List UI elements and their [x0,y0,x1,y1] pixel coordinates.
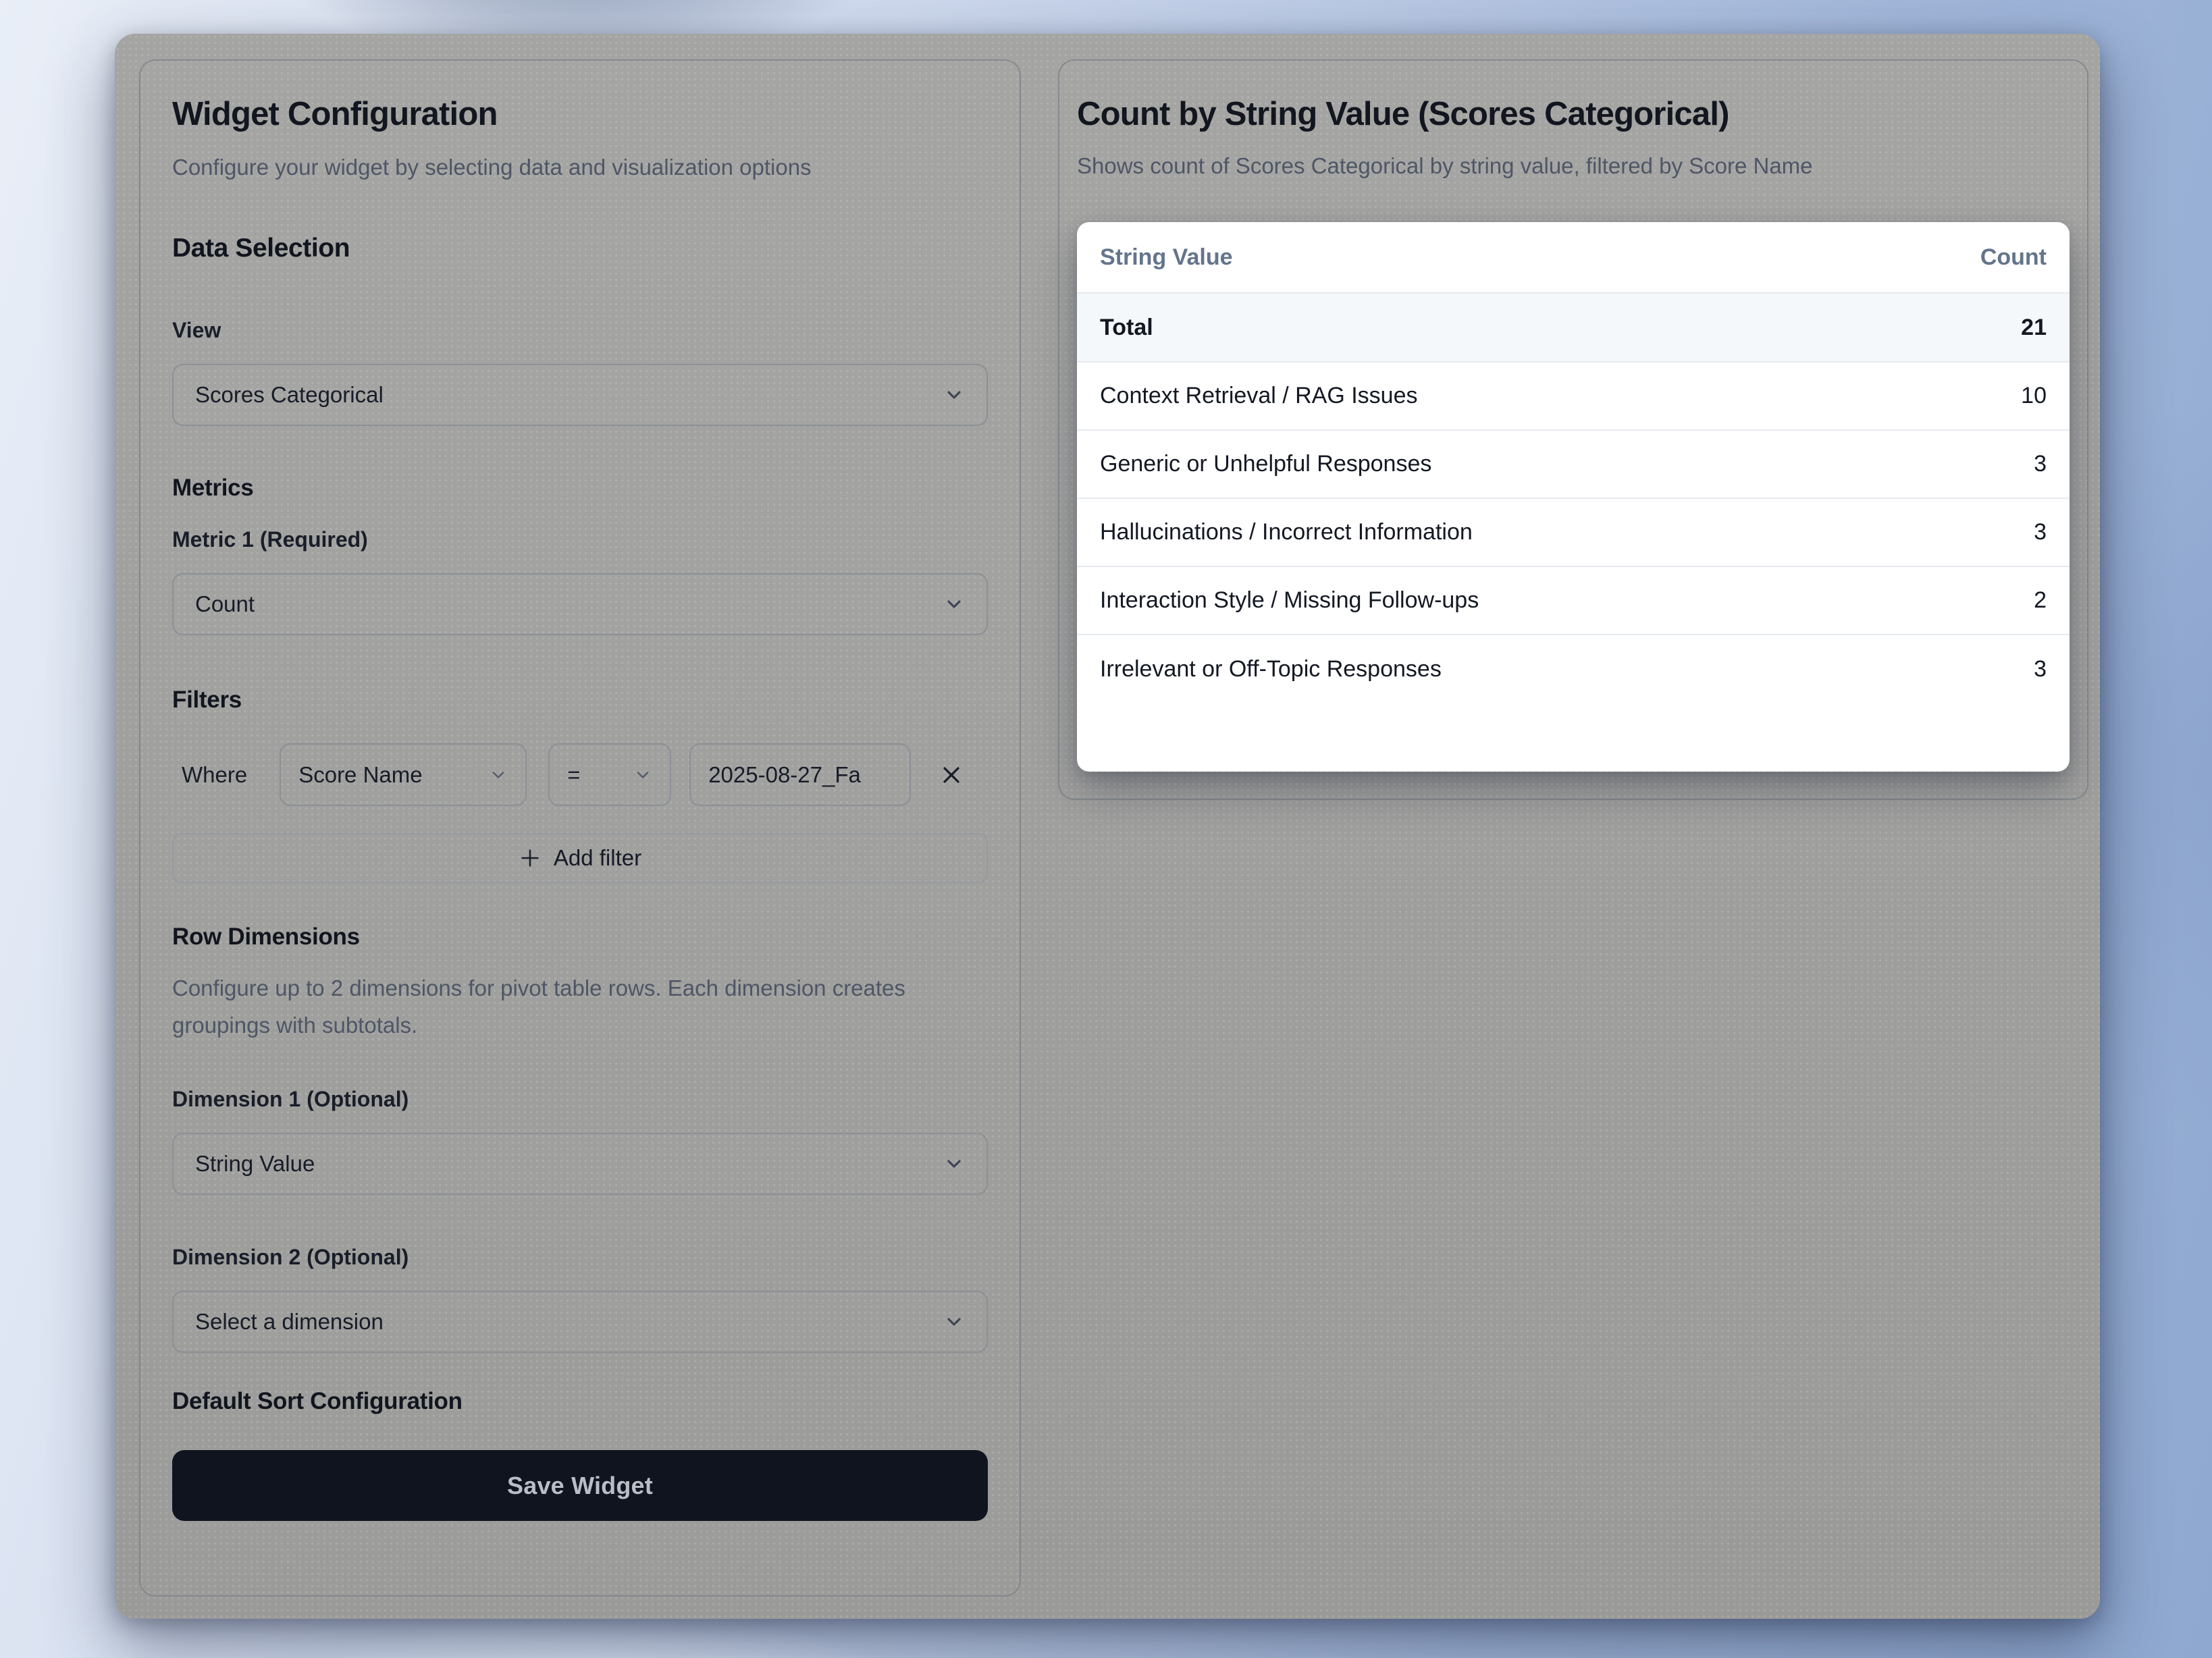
dimension1-select[interactable]: String Value [172,1133,988,1195]
dimension1-label: Dimension 1 (Optional) [172,1087,988,1111]
plus-icon [519,847,542,870]
table-row: Context Retrieval / RAG Issues 10 [1077,363,2070,431]
widget-configuration-panel: Widget Configuration Configure your widg… [139,59,1021,1597]
preview-title: Count by String Value (Scores Categorica… [1077,96,2070,132]
metrics-heading: Metrics [172,475,988,502]
desktop-background: { "config_panel": { "title": "Widget Con… [0,0,2212,1658]
widget-config-dialog: Widget Configuration Configure your widg… [115,34,2100,1619]
chevron-down-icon [943,1153,965,1175]
config-panel-title: Widget Configuration [172,96,988,132]
table-row: Irrelevant or Off-Topic Responses 3 [1077,635,2070,703]
table-row: Interaction Style / Missing Follow-ups 2 [1077,567,2070,635]
preview-table: String Value Count Total 21 Context Retr… [1077,222,2070,772]
view-select[interactable]: Scores Categorical [172,364,988,426]
total-label: Total [1100,315,1153,341]
config-panel-subtitle: Configure your widget by selecting data … [172,149,905,186]
row-dimensions-heading: Row Dimensions [172,924,988,951]
filter-operator-value: = [567,762,580,788]
row-string-value: Generic or Unhelpful Responses [1100,451,1431,477]
default-sort-heading: Default Sort Configuration [172,1388,988,1415]
table-header-row: String Value Count [1077,222,2070,294]
filters-heading: Filters [172,687,988,714]
filter-field-value: Score Name [298,762,422,788]
remove-filter-button[interactable] [934,757,969,793]
chevron-down-icon [943,384,965,406]
chevron-down-icon [943,593,965,615]
metric1-select-value: Count [195,591,255,617]
column-header-string-value: String Value [1100,244,1233,271]
row-string-value: Hallucinations / Incorrect Information [1100,519,1473,545]
row-string-value: Irrelevant or Off-Topic Responses [1100,656,1442,683]
widget-preview-panel: Count by String Value (Scores Categorica… [1058,59,2088,800]
row-string-value: Context Retrieval / RAG Issues [1100,383,1418,409]
data-selection-heading: Data Selection [172,233,988,264]
save-widget-button[interactable]: Save Widget [172,1450,988,1521]
total-count: 21 [2021,315,2047,341]
view-label: View [172,318,988,342]
row-count: 3 [2034,519,2047,545]
row-string-value: Interaction Style / Missing Follow-ups [1100,587,1479,614]
filter-where-label: Where [182,762,247,788]
add-filter-button[interactable]: Add filter [172,833,988,883]
preview-subtitle: Shows count of Scores Categorical by str… [1077,147,2070,184]
table-row: Hallucinations / Incorrect Information 3 [1077,499,2070,567]
chevron-down-icon [489,766,508,784]
row-count: 3 [2034,451,2047,477]
row-count: 3 [2034,656,2047,683]
column-header-count: Count [1980,244,2047,271]
table-row-total: Total 21 [1077,294,2070,363]
filter-row: Where Score Name = 2025-08-27_Fa [172,743,988,806]
filter-field-select[interactable]: Score Name [280,743,527,806]
dimension2-select[interactable]: Select a dimension [172,1291,988,1353]
dimension2-select-value: Select a dimension [195,1309,384,1335]
table-body: Context Retrieval / RAG Issues 10 Generi… [1077,363,2070,703]
filter-value-input[interactable]: 2025-08-27_Fa [689,743,911,806]
metric1-select[interactable]: Count [172,573,988,635]
chevron-down-icon [633,766,652,784]
table-row: Generic or Unhelpful Responses 3 [1077,431,2070,499]
dimension1-select-value: String Value [195,1151,315,1177]
dimension2-label: Dimension 2 (Optional) [172,1245,988,1269]
add-filter-label: Add filter [554,845,641,871]
row-dimensions-description: Configure up to 2 dimensions for pivot t… [172,969,988,1044]
row-count: 2 [2034,587,2047,614]
row-count: 10 [2021,383,2047,409]
close-icon [938,761,965,788]
view-select-value: Scores Categorical [195,382,384,408]
metric1-label: Metric 1 (Required) [172,527,988,552]
filter-operator-select[interactable]: = [548,743,671,806]
filter-value-text: 2025-08-27_Fa [708,762,861,788]
chevron-down-icon [943,1311,965,1333]
